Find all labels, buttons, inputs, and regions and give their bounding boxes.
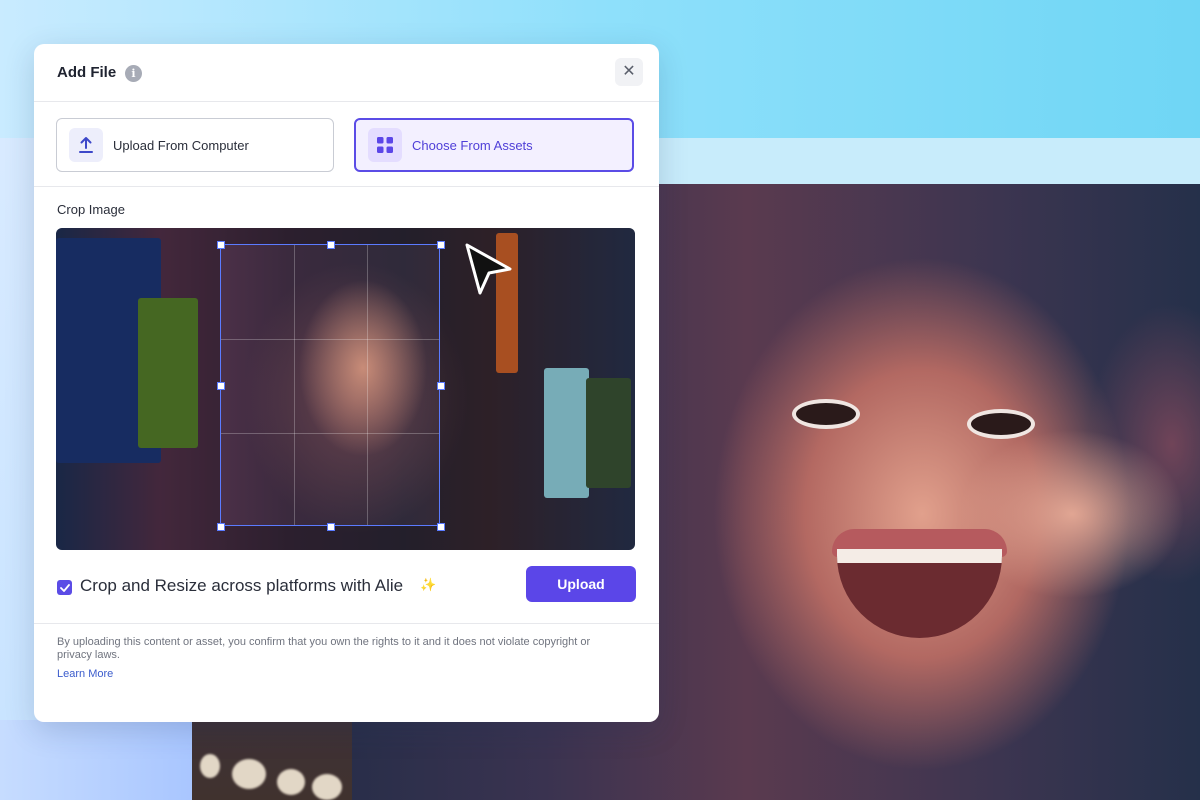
photo-mouth	[837, 549, 1002, 638]
photo-eye-right	[967, 409, 1035, 439]
crop-handle-top[interactable]	[327, 241, 335, 249]
crop-handle-bottom[interactable]	[327, 523, 335, 531]
modal-title: Add File	[57, 64, 117, 81]
add-file-modal: Add File i ✕ Upload From Computer Choose…	[34, 44, 659, 722]
photo-bokeh	[277, 769, 305, 795]
crop-resize-label: Crop and Resize across platforms with Al…	[80, 576, 404, 595]
crop-grid-line	[221, 339, 439, 340]
crop-image-label: Crop Image	[57, 202, 125, 217]
photo-bokeh	[200, 754, 220, 778]
crop-handle-right[interactable]	[437, 382, 445, 390]
grid-icon	[368, 128, 402, 162]
close-button[interactable]: ✕	[615, 58, 643, 86]
crop-grid-line	[294, 245, 295, 525]
info-icon[interactable]: i	[125, 65, 142, 82]
background-toolbar-strip	[658, 138, 1200, 184]
crop-handle-left[interactable]	[217, 382, 225, 390]
source-options: Upload From Computer Choose From Assets	[34, 102, 659, 187]
close-icon: ✕	[622, 63, 636, 80]
crop-mask	[56, 526, 635, 550]
sparkle-icon: ✨	[420, 577, 437, 592]
crop-grid-line	[367, 245, 368, 525]
photo-bokeh	[232, 759, 266, 789]
upload-icon	[69, 128, 103, 162]
modal-footer: By uploading this content or asset, you …	[34, 623, 659, 722]
photo-eye-left	[792, 399, 860, 429]
crop-mask	[56, 228, 635, 244]
choose-from-assets-label: Choose From Assets	[412, 137, 533, 153]
background-left-panel	[0, 720, 192, 800]
choose-from-assets-button[interactable]: Choose From Assets	[354, 118, 634, 172]
upload-from-computer-label: Upload From Computer	[113, 137, 249, 153]
crop-mask	[56, 244, 220, 526]
crop-grid-line	[221, 433, 439, 434]
photo-bokeh	[312, 774, 342, 800]
crop-image-canvas[interactable]	[56, 228, 635, 550]
rights-disclaimer: By uploading this content or asset, you …	[57, 636, 591, 661]
modal-header: Add File i ✕	[34, 44, 659, 102]
crop-handle-top-right[interactable]	[437, 241, 445, 249]
upload-from-computer-button[interactable]: Upload From Computer	[56, 118, 334, 172]
crop-resize-checkbox[interactable]	[57, 580, 72, 595]
crop-handle-bottom-right[interactable]	[437, 523, 445, 531]
learn-more-link[interactable]: Learn More	[57, 668, 113, 680]
crop-selection-box[interactable]	[217, 241, 445, 531]
cursor-arrow-icon	[465, 243, 512, 295]
crop-handle-top-left[interactable]	[217, 241, 225, 249]
crop-handle-bottom-left[interactable]	[217, 523, 225, 531]
checkmark-icon	[59, 583, 70, 592]
upload-button[interactable]: Upload	[526, 566, 636, 602]
